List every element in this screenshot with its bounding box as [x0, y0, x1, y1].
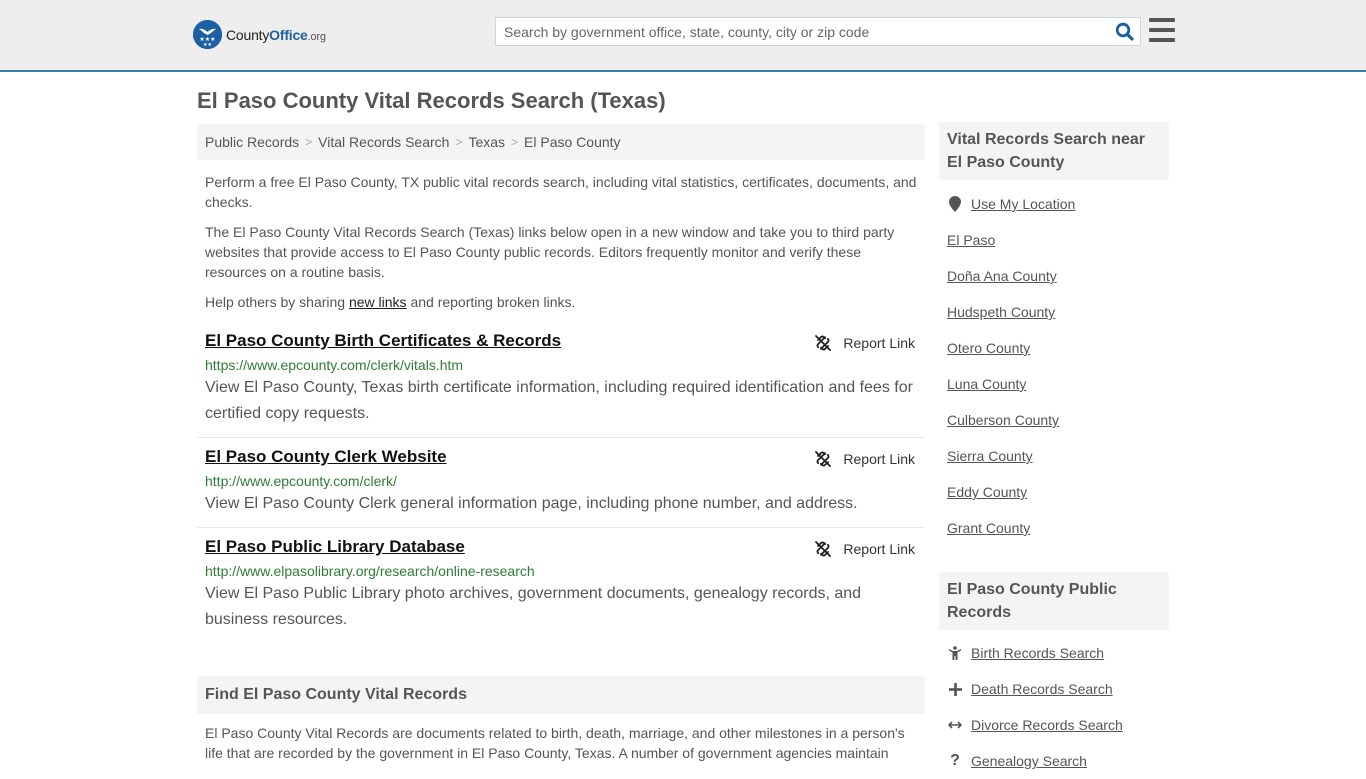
sidebar-public-records-heading: El Paso County Public Records [939, 572, 1169, 630]
menu-icon-bar [1149, 18, 1175, 22]
new-links-link[interactable]: new links [349, 294, 407, 310]
nearby-item: Otero County [947, 330, 1161, 366]
intro-paragraph: Perform a free El Paso County, TX public… [205, 174, 917, 210]
birth-records-search-link[interactable]: Birth Records Search [971, 645, 1104, 661]
breadcrumb-separator: > [511, 135, 519, 149]
result-title-link[interactable]: El Paso Public Library Database [205, 536, 465, 558]
find-vital-records-heading: Find El Paso County Vital Records [197, 676, 925, 714]
find-vital-records-text: El Paso County Vital Records are documen… [205, 725, 905, 761]
search-icon [1115, 22, 1134, 41]
result-url: http://www.elpasolibrary.org/research/on… [205, 563, 535, 579]
result-description: View El Paso County, Texas birth certifi… [205, 379, 913, 422]
child-icon [947, 646, 963, 660]
result-url: http://www.epcounty.com/clerk/ [205, 473, 397, 489]
breadcrumb-separator: > [305, 135, 313, 149]
menu-icon-bar [1149, 28, 1175, 32]
use-my-location-link[interactable]: Use My Location [971, 196, 1075, 212]
intro-paragraph: The El Paso County Vital Records Search … [205, 224, 895, 280]
nearby-link-culberson-county[interactable]: Culberson County [947, 412, 1059, 428]
search-bar [495, 17, 1141, 46]
breadcrumb-vital-records-search[interactable]: Vital Records Search [318, 134, 449, 150]
public-records-list: Birth Records Search Death Records Searc… [939, 635, 1169, 779]
genealogy-search-link[interactable]: Genealogy Search [971, 753, 1087, 769]
nearby-link-luna-county[interactable]: Luna County [947, 376, 1026, 392]
nearby-item: Doña Ana County [947, 258, 1161, 294]
result-item: El Paso County Clerk Website Report Link… [197, 438, 925, 528]
result-description: View El Paso Public Library photo archiv… [205, 585, 862, 628]
result-item: El Paso Public Library Database Report L… [197, 528, 925, 643]
breadcrumb-texas[interactable]: Texas [468, 134, 505, 150]
nearby-item: Sierra County [947, 438, 1161, 474]
results-list: El Paso County Birth Certificates & Reco… [197, 330, 925, 643]
report-link-button[interactable]: Report Link [815, 451, 915, 467]
public-records-item: ? Genealogy Search [947, 743, 1161, 779]
nearby-link-dona-ana-county[interactable]: Doña Ana County [947, 268, 1057, 284]
result-title-link[interactable]: El Paso County Clerk Website [205, 446, 447, 468]
nearby-link-grant-county[interactable]: Grant County [947, 520, 1030, 536]
nearby-item: Luna County [947, 366, 1161, 402]
nearby-list: Use My Location El Paso Doña Ana County … [939, 186, 1169, 546]
nearby-link-sierra-county[interactable]: Sierra County [947, 448, 1033, 464]
divorce-records-search-link[interactable]: Divorce Records Search [971, 717, 1123, 733]
public-records-item: Birth Records Search [947, 635, 1161, 671]
sidebar-nearby: Vital Records Search near El Paso County… [939, 122, 1169, 546]
search-input[interactable] [496, 18, 1108, 45]
report-link-button[interactable]: Report Link [815, 541, 915, 557]
broken-link-icon [815, 335, 832, 351]
map-marker-icon [947, 196, 963, 212]
nearby-link-otero-county[interactable]: Otero County [947, 340, 1030, 356]
share-links-paragraph: Help others by sharing new links and rep… [205, 294, 576, 310]
sidebar-public-records: El Paso County Public Records Birth Reco… [939, 572, 1169, 779]
search-button[interactable] [1108, 18, 1140, 45]
breadcrumb-el-paso-county[interactable]: El Paso County [524, 134, 621, 150]
result-description: View El Paso County Clerk general inform… [205, 495, 858, 512]
death-records-search-link[interactable]: Death Records Search [971, 681, 1113, 697]
menu-icon-bar [1149, 38, 1175, 42]
site-header: ★★★ ★★ CountyOffice.org [0, 0, 1366, 72]
sidebar-nearby-heading: Vital Records Search near El Paso County [939, 122, 1169, 180]
nearby-item: Culberson County [947, 402, 1161, 438]
nearby-link-hudspeth-county[interactable]: Hudspeth County [947, 304, 1055, 320]
svg-text:★★: ★★ [203, 42, 212, 48]
result-title-link[interactable]: El Paso County Birth Certificates & Reco… [205, 330, 561, 352]
broken-link-icon [815, 541, 832, 557]
report-link-button[interactable]: Report Link [815, 335, 915, 351]
nearby-item: Hudspeth County [947, 294, 1161, 330]
public-records-item: Death Records Search [947, 671, 1161, 707]
intro-text: Perform a free El Paso County, TX public… [197, 172, 925, 312]
broken-link-icon [815, 451, 832, 467]
nearby-link-el-paso[interactable]: El Paso [947, 232, 995, 248]
main-content: Public Records > Vital Records Search > … [197, 124, 925, 643]
nearby-item: Eddy County [947, 474, 1161, 510]
cross-icon [947, 682, 963, 696]
nearby-item: El Paso [947, 222, 1161, 258]
page-title: El Paso County Vital Records Search (Tex… [197, 88, 666, 113]
result-item: El Paso County Birth Certificates & Reco… [197, 330, 925, 438]
use-my-location-item: Use My Location [947, 186, 1161, 222]
site-logo[interactable]: ★★★ ★★ CountyOffice.org [193, 20, 326, 49]
result-url: https://www.epcounty.com/clerk/vitals.ht… [205, 357, 464, 373]
arrows-horizontal-icon [947, 720, 963, 730]
logo-wordmark: CountyOffice.org [226, 26, 326, 43]
hamburger-menu-button[interactable] [1149, 18, 1175, 42]
nearby-item: Grant County [947, 510, 1161, 546]
breadcrumb-separator: > [455, 135, 463, 149]
breadcrumb-public-records[interactable]: Public Records [205, 134, 299, 150]
nearby-link-eddy-county[interactable]: Eddy County [947, 484, 1027, 500]
public-records-item: Divorce Records Search [947, 707, 1161, 743]
eagle-logo-icon: ★★★ ★★ [193, 20, 222, 49]
breadcrumb: Public Records > Vital Records Search > … [197, 124, 925, 160]
question-icon: ? [950, 752, 960, 769]
